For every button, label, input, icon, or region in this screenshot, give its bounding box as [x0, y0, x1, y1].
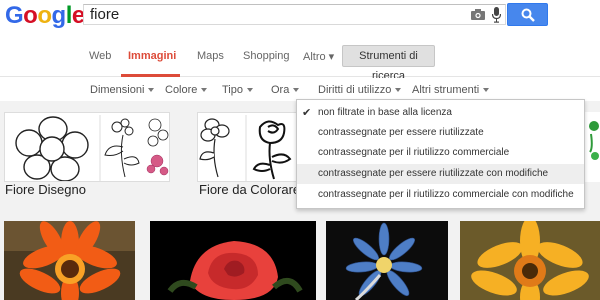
tool-more-dropdown[interactable]: Altri strumenti — [412, 84, 490, 96]
tab-shopping[interactable]: Shopping — [243, 50, 290, 62]
tool-color-dropdown[interactable]: Colore — [165, 84, 208, 96]
search-button[interactable] — [507, 3, 548, 26]
checkmark-icon: ✔ — [302, 107, 312, 119]
tool-usage-rights-label: Diritti di utilizzo — [318, 84, 392, 96]
tool-size-dropdown[interactable]: Dimensioni — [90, 84, 155, 96]
menu-item-reuse-modification[interactable]: contrassegnate per essere riutilizzate c… — [297, 164, 584, 184]
yellow-gazania-photo — [460, 221, 600, 300]
tool-type-dropdown[interactable]: Tipo — [222, 84, 253, 96]
search-tools-bar: Dimensioni Colore Tipo Ora Diritti di ut… — [0, 78, 600, 100]
image-result[interactable] — [460, 221, 600, 300]
logo-letter: g — [51, 2, 67, 29]
tool-more-label: Altri strumenti — [412, 84, 480, 96]
tab-images[interactable]: Immagini — [128, 50, 176, 62]
search-query-text: fiore — [90, 6, 120, 23]
google-logo[interactable]: Google — [5, 2, 85, 30]
menu-item-commercial-reuse[interactable]: contrassegnate per il riutilizzo commerc… — [297, 143, 584, 163]
flower-coloring-image — [198, 113, 306, 181]
flower-drawing-image — [5, 113, 169, 181]
menu-item-label: contrassegnate per il riutilizzo commerc… — [318, 189, 574, 200]
usage-rights-menu: ✔ non filtrate in base alla licenza cont… — [296, 99, 585, 209]
blue-daisy-photo — [326, 221, 448, 300]
image-result[interactable] — [326, 221, 448, 300]
tool-type-label: Tipo — [222, 84, 243, 96]
image-result[interactable] — [4, 112, 170, 182]
menu-item-label: contrassegnate per essere riutilizzate — [318, 127, 484, 138]
image-caption[interactable]: Fiore Disegno — [5, 182, 86, 197]
menu-item-label: contrassegnate per essere riutilizzate c… — [318, 168, 549, 179]
tool-size-label: Dimensioni — [90, 84, 145, 96]
search-input[interactable]: fiore — [83, 4, 506, 25]
logo-letter: o — [37, 2, 52, 29]
tool-color-label: Colore — [165, 84, 198, 96]
tool-time-dropdown[interactable]: Ora — [271, 84, 300, 96]
image-caption[interactable]: Fiore da Colorare — [199, 182, 300, 197]
menu-item-label: non filtrate in base alla licenza — [318, 107, 452, 118]
tool-time-label: Ora — [271, 84, 290, 96]
menu-item-not-filtered[interactable]: ✔ non filtrate in base alla licenza — [297, 103, 584, 123]
menu-item-reuse[interactable]: contrassegnate per essere riutilizzate — [297, 123, 584, 143]
tab-more[interactable]: Altro ▾ — [303, 50, 334, 63]
image-result[interactable] — [4, 221, 135, 300]
search-tools-button[interactable]: Strumenti di ricerca — [342, 45, 435, 82]
dropdown-arrow-icon — [247, 88, 253, 93]
image-result[interactable] — [197, 112, 307, 182]
dropdown-arrow-icon — [201, 88, 208, 93]
header: Google fiore Web Immagini Maps Shopping … — [0, 0, 600, 82]
tool-usage-rights-dropdown[interactable]: Diritti di utilizzo — [318, 84, 402, 96]
logo-letter: G — [5, 2, 24, 29]
logo-letter: o — [23, 2, 38, 29]
flower-partial-image — [585, 112, 600, 182]
microphone-icon[interactable] — [492, 7, 501, 23]
active-tab-indicator — [121, 74, 180, 77]
tab-maps[interactable]: Maps — [197, 50, 224, 62]
orange-gazania-photo — [4, 221, 135, 300]
camera-icon[interactable] — [471, 9, 485, 20]
dropdown-arrow-icon — [395, 88, 402, 93]
dropdown-arrow-icon — [293, 88, 300, 93]
tab-web[interactable]: Web — [89, 50, 111, 62]
dropdown-arrow-icon — [148, 88, 155, 93]
search-icon — [521, 8, 535, 22]
menu-item-label: contrassegnate per il riutilizzo commerc… — [318, 147, 510, 158]
image-result-partial[interactable] — [585, 112, 600, 182]
dropdown-arrow-icon — [483, 88, 490, 93]
red-rose-photo — [150, 221, 316, 300]
menu-item-commercial-reuse-modification[interactable]: contrassegnate per il riutilizzo commerc… — [297, 185, 584, 205]
image-result[interactable] — [150, 221, 316, 300]
